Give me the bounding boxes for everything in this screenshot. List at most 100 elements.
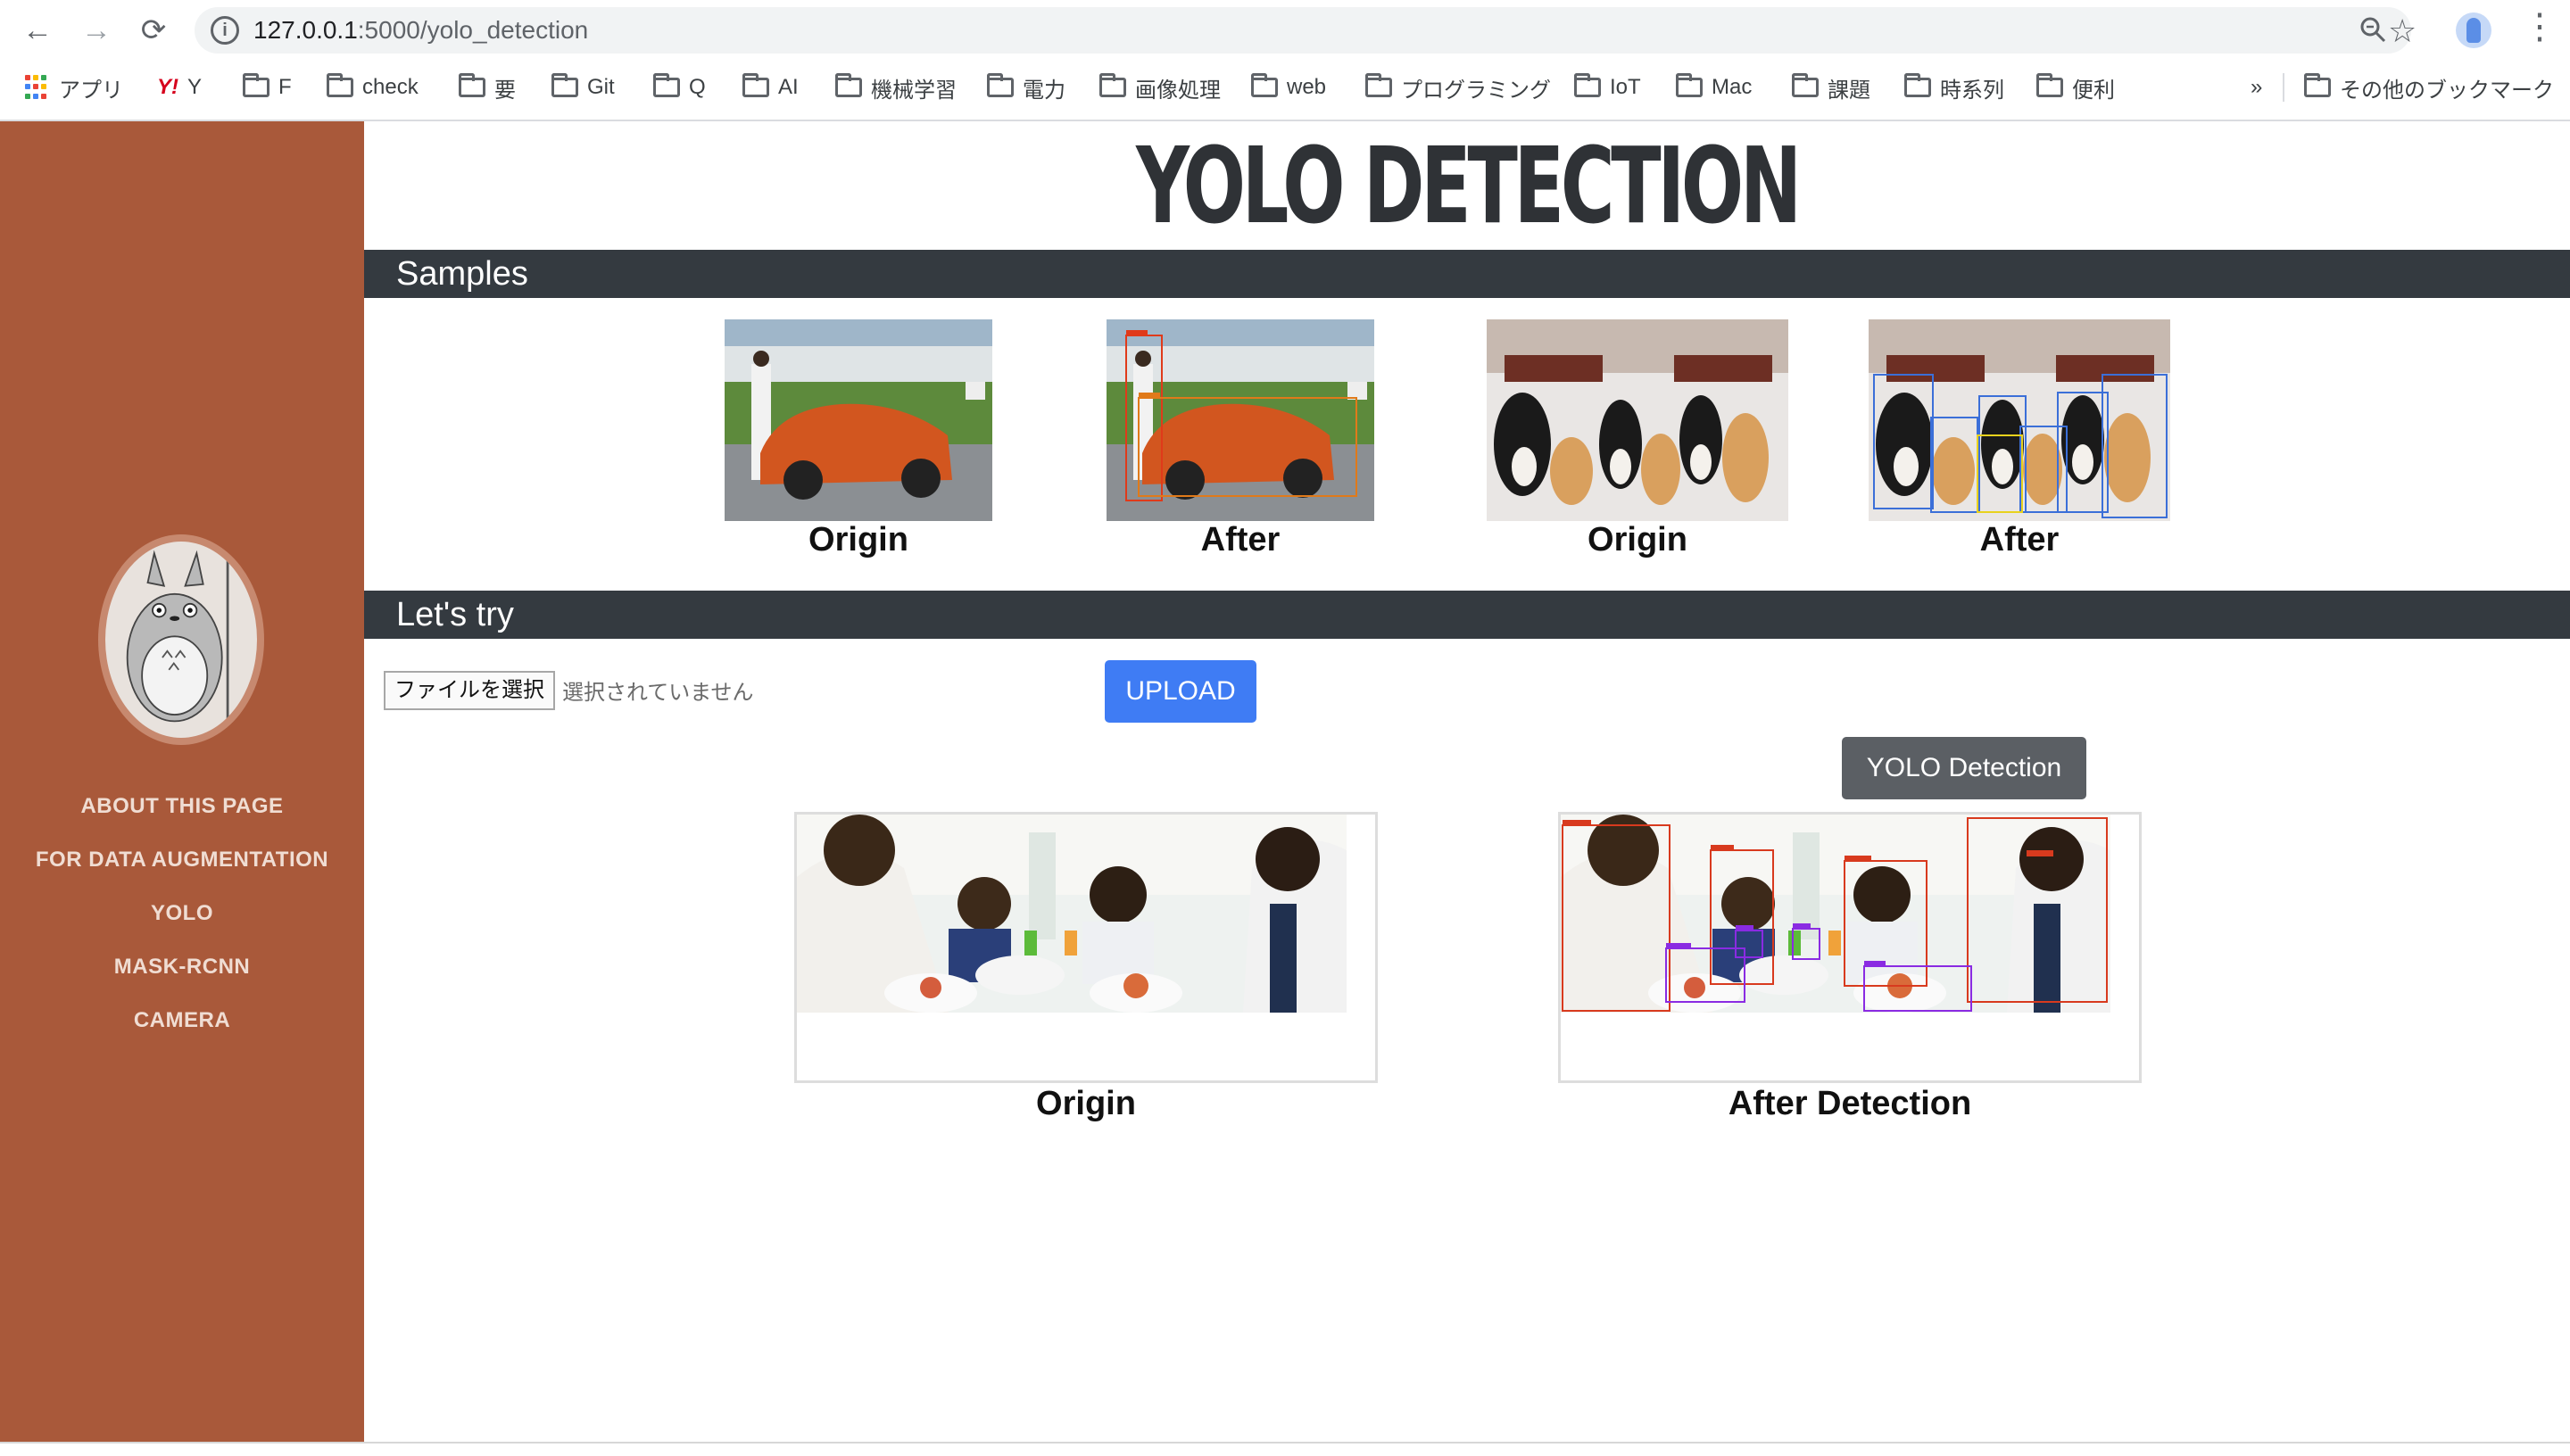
page-bottom-divider bbox=[0, 1442, 2570, 1456]
forward-arrow-icon[interactable]: → bbox=[79, 12, 114, 48]
result-origin-frame bbox=[794, 812, 1378, 1083]
bookmark-label: 電力 bbox=[1023, 78, 1065, 103]
choose-file-button[interactable]: ファイルを選択 bbox=[384, 671, 555, 710]
nav-about-this-page[interactable]: ABOUT THIS PAGE bbox=[0, 780, 364, 833]
bookmark-star-icon[interactable]: ☆ bbox=[2388, 12, 2417, 50]
bookmark-folder[interactable]: 課題 bbox=[1792, 66, 1870, 109]
bookmark-label: 課題 bbox=[1828, 78, 1870, 103]
bookmark-label: check bbox=[362, 75, 419, 99]
bookmarks-divider bbox=[2283, 73, 2284, 102]
bookmark-label: 要 bbox=[494, 78, 516, 103]
result-caption: Origin bbox=[1036, 1085, 1136, 1122]
bookmark-label: 便利 bbox=[2072, 78, 2115, 103]
overflow-chevron-icon: » bbox=[2251, 75, 2263, 99]
file-status-text: 選択されていません bbox=[562, 681, 754, 705]
bookmark-label: Mac bbox=[1712, 75, 1753, 99]
bookmark-label: 機械学習 bbox=[871, 78, 957, 103]
profile-avatar-icon[interactable] bbox=[2456, 12, 2491, 48]
bookmark-folder[interactable]: 便利 bbox=[2036, 66, 2115, 109]
bookmark-folder[interactable]: プログラミング bbox=[1365, 66, 1551, 109]
sample-caption: After bbox=[1200, 521, 1281, 558]
bookmark-folder[interactable]: 機械学習 bbox=[835, 66, 957, 109]
bookmarks-bar: アプリ Y! Y F check 要 Git Q AI 機械学習 電力 画像処理… bbox=[0, 66, 2570, 109]
folder-icon bbox=[1904, 73, 1931, 97]
folder-icon bbox=[1574, 73, 1601, 97]
bookmark-folder[interactable]: F bbox=[243, 66, 292, 109]
folder-icon bbox=[243, 73, 269, 97]
bookmark-folder[interactable]: 画像処理 bbox=[1099, 66, 1221, 109]
result-origin-image bbox=[797, 815, 1347, 1013]
sample-caption: Origin bbox=[808, 521, 908, 558]
upload-button[interactable]: UPLOAD bbox=[1105, 660, 1256, 723]
folder-icon bbox=[653, 73, 680, 97]
folder-icon bbox=[2304, 73, 2331, 97]
bookmark-label: F bbox=[278, 75, 292, 99]
site-info-icon[interactable]: i bbox=[211, 16, 239, 45]
totoro-illustration bbox=[126, 550, 229, 724]
bookmark-apps[interactable]: アプリ bbox=[25, 66, 123, 109]
folder-icon bbox=[1251, 73, 1278, 97]
bookmark-label: AI bbox=[778, 75, 799, 99]
bookmark-folder[interactable]: Git bbox=[551, 66, 615, 109]
bookmark-label: アプリ bbox=[59, 78, 123, 103]
sidebar: ABOUT THIS PAGE FOR DATA AUGMENTATION YO… bbox=[0, 121, 364, 1442]
bookmark-folder[interactable]: IoT bbox=[1574, 66, 1641, 109]
nav-yolo[interactable]: YOLO bbox=[0, 887, 364, 940]
yahoo-icon: Y! bbox=[157, 75, 178, 99]
folder-icon bbox=[1099, 73, 1126, 97]
samples-heading: Samples bbox=[364, 250, 2570, 298]
bookmark-label: 時系列 bbox=[1940, 78, 2004, 103]
nav-data-augmentation[interactable]: FOR DATA AUGMENTATION bbox=[0, 833, 364, 887]
bookmark-folder[interactable]: AI bbox=[742, 66, 799, 109]
page-title: YOLO DETECTION bbox=[1136, 124, 1802, 247]
result-after-image bbox=[1561, 815, 2110, 1013]
bookmark-folder[interactable]: Mac bbox=[1676, 66, 1752, 109]
folder-icon bbox=[1365, 73, 1392, 97]
bookmark-yahoo[interactable]: Y! Y bbox=[157, 66, 202, 109]
bookmark-label: Y bbox=[187, 75, 203, 99]
bookmark-label: 画像処理 bbox=[1135, 78, 1221, 103]
url-text[interactable]: 127.0.0.1:5000/yolo_detection bbox=[253, 16, 588, 45]
bookmark-folder[interactable]: check bbox=[327, 66, 419, 109]
nav-camera[interactable]: CAMERA bbox=[0, 994, 364, 1047]
bookmark-label: プログラミング bbox=[1401, 78, 1551, 103]
folder-icon bbox=[1792, 73, 1819, 97]
bookmark-folder[interactable]: Q bbox=[653, 66, 706, 109]
sidebar-nav: ABOUT THIS PAGE FOR DATA AUGMENTATION YO… bbox=[0, 780, 364, 1047]
other-bookmarks[interactable]: その他のブックマーク bbox=[2304, 66, 2554, 109]
sample-image-car-after bbox=[1107, 319, 1374, 521]
yolo-detection-button[interactable]: YOLO Detection bbox=[1842, 737, 2086, 799]
sample-caption: After bbox=[1979, 521, 2060, 558]
bookmark-label: IoT bbox=[1610, 75, 1641, 99]
main-content: YOLO DETECTION Samples Origin After Orig… bbox=[364, 121, 2570, 1442]
menu-kebab-icon[interactable]: ⋮ bbox=[2522, 9, 2558, 45]
sample-image-dogs-origin bbox=[1487, 319, 1788, 521]
zoom-icon[interactable] bbox=[2359, 16, 2386, 43]
address-bar[interactable]: i 127.0.0.1:5000/yolo_detection bbox=[195, 7, 2411, 54]
folder-icon bbox=[742, 73, 769, 97]
folder-icon bbox=[1676, 73, 1703, 97]
bookmark-folder[interactable]: 時系列 bbox=[1904, 66, 2004, 109]
folder-icon bbox=[987, 73, 1014, 97]
result-caption: After Detection bbox=[1728, 1085, 1972, 1122]
folder-icon bbox=[835, 73, 862, 97]
back-arrow-icon[interactable]: ← bbox=[20, 12, 55, 48]
bookmark-folder[interactable]: web bbox=[1251, 66, 1326, 109]
bookmark-label: その他のブックマーク bbox=[2340, 78, 2554, 103]
nav-mask-rcnn[interactable]: MASK-RCNN bbox=[0, 940, 364, 994]
result-after-frame bbox=[1558, 812, 2142, 1083]
bookmarks-overflow-button[interactable]: » bbox=[2251, 66, 2262, 109]
bookmark-label: web bbox=[1287, 75, 1327, 99]
folder-icon bbox=[327, 73, 353, 97]
folder-icon bbox=[459, 73, 485, 97]
bookmark-folder[interactable]: 電力 bbox=[987, 66, 1065, 109]
apps-grid-icon bbox=[25, 75, 50, 100]
sample-image-dogs-after bbox=[1869, 319, 2170, 521]
bookmark-folder[interactable]: 要 bbox=[459, 66, 516, 109]
sample-image-car-origin bbox=[725, 319, 992, 521]
browser-chrome: ← → ⟳ i 127.0.0.1:5000/yolo_detection ☆ … bbox=[0, 0, 2570, 121]
folder-icon bbox=[2036, 73, 2063, 97]
totoro-avatar bbox=[98, 534, 264, 745]
folder-icon bbox=[551, 73, 578, 97]
reload-icon[interactable]: ⟳ bbox=[136, 12, 171, 48]
